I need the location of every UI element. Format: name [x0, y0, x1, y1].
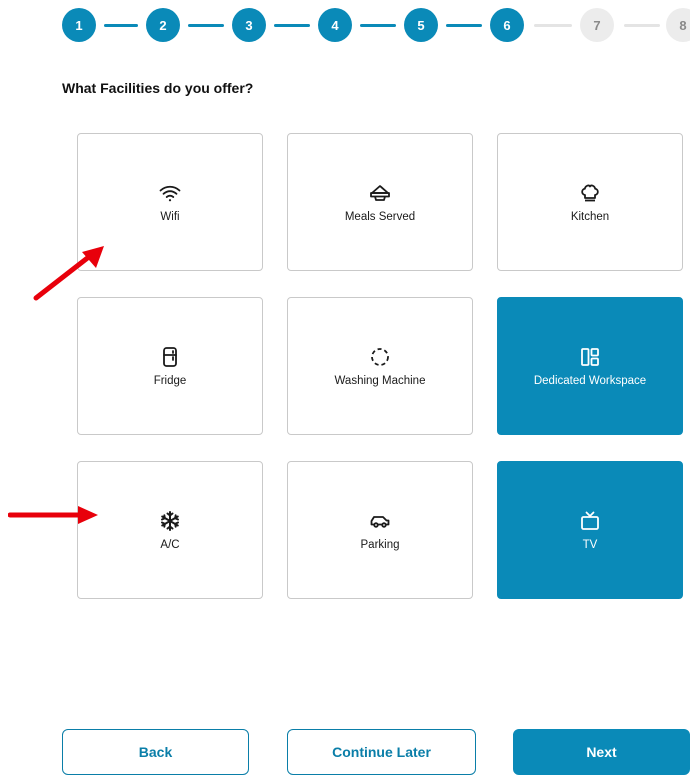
workspace-layout-icon — [578, 345, 602, 369]
facility-label: A/C — [160, 539, 180, 551]
facility-tile-tv[interactable]: TV — [497, 461, 683, 599]
step-connector — [446, 24, 482, 27]
step-connector — [188, 24, 224, 27]
next-button[interactable]: Next — [513, 729, 690, 775]
step-8[interactable]: 8 — [666, 8, 690, 42]
facility-label: Fridge — [153, 375, 187, 387]
step-7[interactable]: 7 — [580, 8, 614, 42]
tv-icon — [578, 509, 602, 533]
step-3[interactable]: 3 — [232, 8, 266, 42]
facility-tile-parking[interactable]: Parking — [287, 461, 473, 599]
facility-label: Wifi — [160, 211, 180, 223]
step-connector — [624, 24, 660, 27]
step-connector — [360, 24, 396, 27]
facility-tile-ac[interactable]: A/C — [77, 461, 263, 599]
facility-tile-dedicated-workspace[interactable]: Dedicated Workspace — [497, 297, 683, 435]
car-icon — [368, 509, 392, 533]
annotation-arrow — [33, 246, 104, 301]
continue-later-button[interactable]: Continue Later — [287, 729, 476, 775]
page-question: What Facilities do you offer? — [62, 80, 254, 96]
back-button[interactable]: Back — [62, 729, 249, 775]
facility-label: TV — [582, 539, 598, 551]
meal-tray-icon — [368, 181, 392, 205]
fridge-icon — [158, 345, 182, 369]
step-connector — [274, 24, 310, 27]
facility-label: Dedicated Workspace — [533, 375, 647, 387]
facility-tile-meals-served[interactable]: Meals Served — [287, 133, 473, 271]
step-4[interactable]: 4 — [318, 8, 352, 42]
facility-tile-kitchen[interactable]: Kitchen — [497, 133, 683, 271]
facility-tile-washing-machine[interactable]: Washing Machine — [287, 297, 473, 435]
facility-label: Meals Served — [344, 211, 416, 223]
facility-label: Washing Machine — [334, 375, 426, 387]
progress-stepper: 1 2 3 4 5 6 7 8 — [0, 0, 690, 50]
snowflake-icon — [158, 509, 182, 533]
chef-hat-icon — [578, 181, 602, 205]
step-connector — [534, 24, 572, 27]
step-6[interactable]: 6 — [490, 8, 524, 42]
facility-tile-fridge[interactable]: Fridge — [77, 297, 263, 435]
step-connector — [104, 24, 138, 27]
wifi-icon — [158, 181, 182, 205]
washing-machine-icon — [368, 345, 392, 369]
facility-label: Parking — [360, 539, 400, 551]
annotation-arrow — [8, 506, 98, 524]
step-1[interactable]: 1 — [62, 8, 96, 42]
facility-label: Kitchen — [570, 211, 610, 223]
step-5[interactable]: 5 — [404, 8, 438, 42]
step-2[interactable]: 2 — [146, 8, 180, 42]
